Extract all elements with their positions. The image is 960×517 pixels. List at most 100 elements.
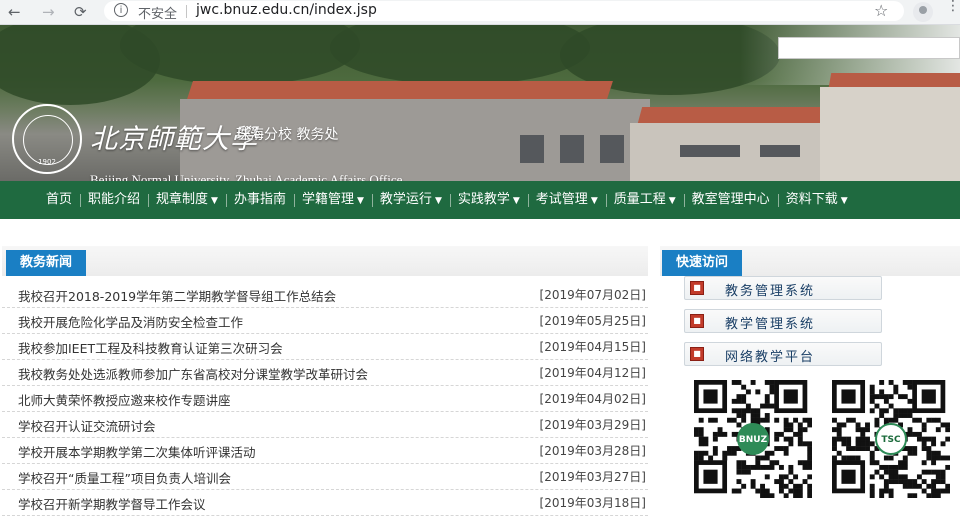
news-title-link[interactable]: 我校开展危险化学品及消防安全检查工作 xyxy=(18,312,243,331)
quick-link-button[interactable]: ■ 教学管理系统 xyxy=(684,309,882,333)
news-date: [2019年05月25日] xyxy=(539,314,646,328)
forward-button[interactable]: → xyxy=(42,2,55,22)
news-title-link[interactable]: 学校召开新学期教学督导工作会议 xyxy=(18,494,206,513)
nav-item-label: 教学运行 xyxy=(379,192,432,207)
nav-item-0[interactable]: 首页 xyxy=(38,181,80,219)
kebab-icon[interactable]: ⋮ xyxy=(946,0,960,13)
nav-item-2[interactable]: 规章制度 ▼ xyxy=(148,181,226,219)
news-date: [2019年04月02日] xyxy=(539,392,646,406)
building-window xyxy=(600,135,624,163)
building-wall xyxy=(820,87,960,181)
quick-link-label: 教学管理系统 xyxy=(725,317,816,332)
caret-down-icon: ▼ xyxy=(512,196,520,206)
nav-item-label: 资料下载 xyxy=(785,192,838,207)
back-button[interactable]: ← xyxy=(8,2,21,22)
news-item: 我校教务处处选派教师参加广东省高校对分课堂教学改革研讨会 [2019年04月12日… xyxy=(2,360,648,386)
office-name-cn: 珠海分校 教务处 xyxy=(236,127,339,143)
system-link-icon: ■ xyxy=(690,281,704,295)
qr-code-tsc: TSC xyxy=(832,380,950,498)
qr-badge-label: TSC xyxy=(881,435,901,445)
news-item: 学校开展本学期教学第二次集体听评课活动 [2019年03月28日] xyxy=(2,438,648,464)
building-window xyxy=(560,135,584,163)
university-seal-logo: 1902 xyxy=(12,104,82,174)
news-title-link[interactable]: 学校召开认证交流研讨会 xyxy=(18,416,156,435)
caret-down-icon: ▼ xyxy=(590,196,598,206)
caret-down-icon: ▼ xyxy=(357,196,364,206)
news-date: [2019年03月29日] xyxy=(539,418,646,432)
building-roof xyxy=(828,73,960,87)
news-item: 我校参加IEET工程及科技教育认证第三次研习会 [2019年04月15日] xyxy=(2,334,648,360)
nav-item-5[interactable]: 教学运行 ▼ xyxy=(371,181,450,219)
news-header-bar xyxy=(2,246,648,276)
nav-item-10[interactable]: 资料下载 ▼ xyxy=(777,181,856,219)
info-icon[interactable]: i xyxy=(114,3,128,17)
quick-link-label: 网络教学平台 xyxy=(725,350,816,365)
nav-item-8[interactable]: 质量工程 ▼ xyxy=(605,181,684,219)
building-window xyxy=(760,145,800,157)
qr-code-bnuz: BNUZ xyxy=(694,380,812,498)
nav-item-7[interactable]: 考试管理 ▼ xyxy=(527,181,606,219)
news-section: 教务新闻 我校召开2018-2019学年第二学期教学督导组工作总结会 [2019年… xyxy=(2,236,648,517)
nav-item-1[interactable]: 职能介绍 xyxy=(80,181,148,219)
news-title-link[interactable]: 我校召开2018-2019学年第二学期教学督导组工作总结会 xyxy=(18,286,336,305)
qr-badge-label: BNUZ xyxy=(739,435,768,445)
security-label: 不安全 xyxy=(138,7,178,22)
quick-link-label: 教务管理系统 xyxy=(725,284,816,299)
news-date: [2019年04月12日] xyxy=(539,366,646,380)
nav-item-label: 职能介绍 xyxy=(88,192,141,207)
nav-item-label: 办事指南 xyxy=(233,192,286,207)
address-divider xyxy=(186,5,187,18)
building-roof xyxy=(187,81,613,99)
nav-item-9[interactable]: 教室管理中心 xyxy=(683,181,778,219)
nav-item-label: 考试管理 xyxy=(535,192,588,207)
news-heading: 教务新闻 xyxy=(6,250,87,276)
news-date: [2019年03月28日] xyxy=(539,444,646,458)
quick-heading: 快速访问 xyxy=(662,250,743,276)
building-window xyxy=(680,145,740,157)
quick-link-button[interactable]: ■ 教务管理系统 xyxy=(684,276,882,300)
banner-trees xyxy=(330,25,590,85)
news-title-link[interactable]: 北师大黄荣怀教授应邀来校作专题讲座 xyxy=(18,390,231,409)
news-title-link[interactable]: 学校开展本学期教学第二次集体听评课活动 xyxy=(18,442,256,461)
url-text[interactable]: jwc.bnuz.edu.cn/index.jsp xyxy=(196,2,377,18)
caret-down-icon: ▼ xyxy=(840,196,848,206)
nav-item-4[interactable]: 学籍管理 ▼ xyxy=(293,181,372,219)
browser-toolbar: ← → ⟳ i 不安全 jwc.bnuz.edu.cn/index.jsp ☆ … xyxy=(0,0,960,25)
caret-down-icon: ▼ xyxy=(668,196,676,206)
news-item: 学校召开新学期教学督导工作会议 [2019年03月18日] xyxy=(2,490,648,516)
news-title-link[interactable]: 我校参加IEET工程及科技教育认证第三次研习会 xyxy=(18,338,283,357)
system-link-icon: ■ xyxy=(690,347,704,361)
news-title-link[interactable]: 我校教务处处选派教师参加广东省高校对分课堂教学改革研讨会 xyxy=(18,364,368,383)
news-item: 学校召开“质量工程”项目负责人培训会 [2019年03月27日] xyxy=(2,464,648,490)
qr-code-graphic: BNUZ xyxy=(694,380,812,498)
qr-code-graphic: TSC xyxy=(832,380,950,498)
news-date: [2019年07月02日] xyxy=(539,288,646,302)
address-bar[interactable]: i 不安全 jwc.bnuz.edu.cn/index.jsp xyxy=(104,1,904,22)
nav-item-3[interactable]: 办事指南 xyxy=(225,181,294,219)
reload-button[interactable]: ⟳ xyxy=(74,2,87,22)
main-nav: 首页 职能介绍 规章制度 ▼ 办事指南 学籍管理 ▼ 教学运行 ▼ 实践教学 ▼ 考试管理 ▼ 质量工程 ▼… xyxy=(0,181,960,219)
university-name-cn: 北京師範大學 xyxy=(90,124,258,155)
nav-item-6[interactable]: 实践教学 ▼ xyxy=(449,181,528,219)
star-icon[interactable]: ☆ xyxy=(874,1,888,20)
system-link-icon: ■ xyxy=(690,314,704,328)
news-date: [2019年03月18日] xyxy=(539,496,646,510)
profile-avatar-icon[interactable] xyxy=(913,2,933,22)
nav-item-label: 规章制度 xyxy=(156,192,209,207)
nav-item-label: 实践教学 xyxy=(457,192,510,207)
nav-item-label: 教室管理中心 xyxy=(691,192,770,207)
news-title-link[interactable]: 学校召开“质量工程”项目负责人培训会 xyxy=(18,468,231,487)
nav-item-label: 首页 xyxy=(46,192,73,207)
nav-item-label: 学籍管理 xyxy=(301,192,354,207)
nav-item-label: 质量工程 xyxy=(613,192,666,207)
office-name-en: Beijing Normal University, Zhuhai Academ… xyxy=(90,172,403,181)
quick-link-button[interactable]: ■ 网络教学平台 xyxy=(684,342,882,366)
news-item: 我校召开2018-2019学年第二学期教学督导组工作总结会 [2019年07月02… xyxy=(2,282,648,308)
banner-trees xyxy=(120,25,360,85)
news-date: [2019年04月15日] xyxy=(539,340,646,354)
caret-down-icon: ▼ xyxy=(211,196,218,206)
news-item: 北师大黄荣怀教授应邀来校作专题讲座 [2019年04月02日] xyxy=(2,386,648,412)
search-input[interactable] xyxy=(778,37,960,59)
site-banner: 1902 北京師範大學 珠海分校 教务处 Beijing Normal Univ… xyxy=(0,25,960,181)
seal-year: 1902 xyxy=(38,158,56,166)
